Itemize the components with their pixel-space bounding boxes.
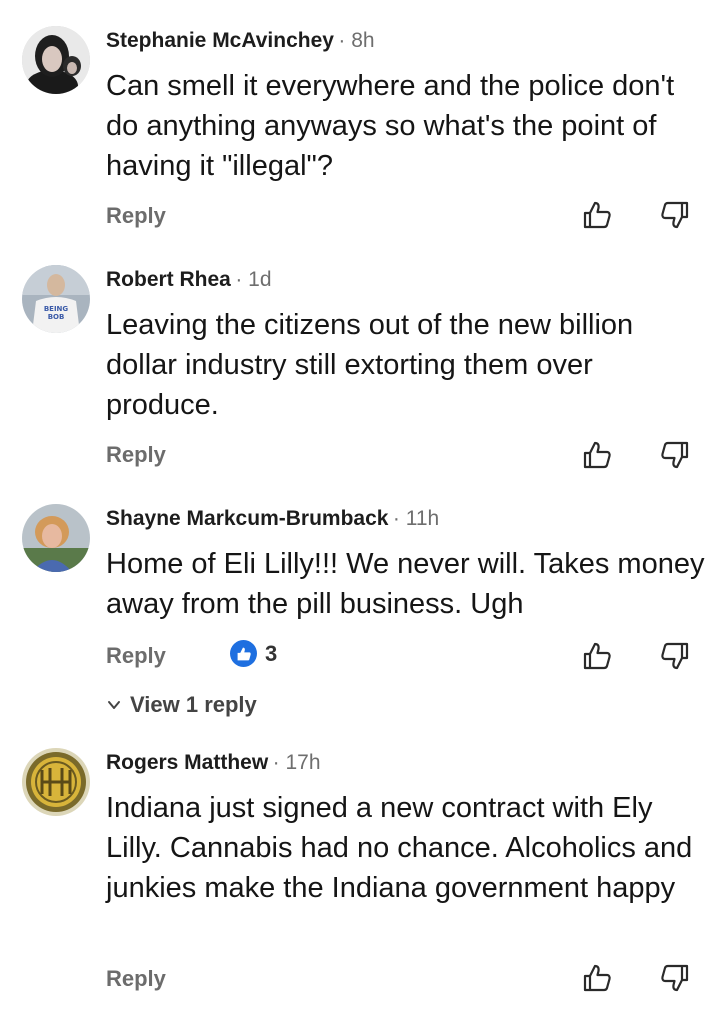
- avatar[interactable]: [22, 748, 90, 816]
- avatar-text: BEING: [44, 305, 69, 313]
- thumbs-up-icon[interactable]: [582, 641, 612, 671]
- timestamp: · 8h: [338, 29, 375, 52]
- comment-item: Stephanie McAvinchey · 8h Can smell it e…: [0, 26, 714, 252]
- comment-item: BEING BOB Robert Rhea · 1d Leaving the c…: [0, 265, 714, 485]
- author-name[interactable]: Robert Rhea: [106, 268, 231, 291]
- like-reaction-icon: [230, 640, 257, 667]
- comment-text: Leaving the citizens out of the new bill…: [106, 309, 634, 421]
- timestamp: · 17h: [272, 751, 321, 774]
- view-replies-label: View 1 reply: [130, 692, 257, 717]
- comment-item: Rogers Matthew · 17h Indiana just signed…: [0, 748, 714, 1008]
- comment-item: Shayne Markcum-Brumback · 11h Home of El…: [0, 504, 714, 724]
- view-replies-button[interactable]: View 1 reply: [106, 691, 257, 719]
- comment-text: Indiana just signed a new contract with …: [106, 792, 693, 904]
- reply-button[interactable]: Reply: [106, 202, 166, 230]
- author-name[interactable]: Stephanie McAvinchey: [106, 29, 334, 52]
- comment-header: Rogers Matthew · 17h: [106, 748, 321, 780]
- thumbs-down-icon[interactable]: [660, 641, 690, 671]
- comment-header: Shayne Markcum-Brumback · 11h: [106, 504, 439, 536]
- thumbs-up-icon[interactable]: [582, 963, 612, 993]
- timestamp: · 1d: [235, 268, 272, 291]
- comment-header: Stephanie McAvinchey · 8h: [106, 26, 375, 58]
- reply-button[interactable]: Reply: [106, 965, 166, 993]
- thumbs-up-icon[interactable]: [582, 200, 612, 230]
- timestamp: · 11h: [392, 507, 440, 530]
- thumbs-down-icon[interactable]: [660, 200, 690, 230]
- author-name[interactable]: Rogers Matthew: [106, 751, 268, 774]
- avatar-text: BOB: [48, 313, 65, 321]
- reply-button[interactable]: Reply: [106, 441, 166, 469]
- thumbs-down-icon[interactable]: [660, 963, 690, 993]
- thumbs-down-icon[interactable]: [660, 440, 690, 470]
- thumbs-up-icon[interactable]: [582, 440, 612, 470]
- comment-text: Can smell it everywhere and the police d…: [106, 70, 675, 182]
- reaction-count: 3: [265, 640, 278, 666]
- reaction-summary[interactable]: 3: [230, 640, 277, 667]
- comment-text: Home of Eli Lilly!!! We never will. Take…: [106, 548, 705, 620]
- reply-button[interactable]: Reply: [106, 642, 166, 670]
- avatar[interactable]: [22, 504, 90, 572]
- chevron-down-icon: [108, 701, 120, 709]
- avatar[interactable]: BEING BOB: [22, 265, 90, 333]
- author-name[interactable]: Shayne Markcum-Brumback: [106, 507, 388, 530]
- comment-header: Robert Rhea · 1d: [106, 265, 272, 297]
- avatar[interactable]: [22, 26, 90, 94]
